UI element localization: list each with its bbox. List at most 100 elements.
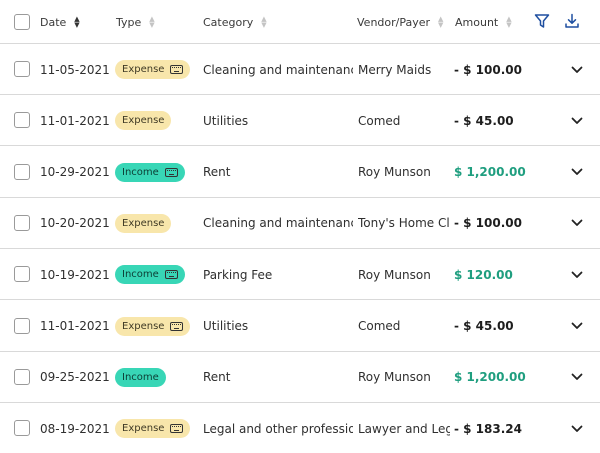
chevron-down-icon [571,117,583,124]
row-checkbox[interactable] [14,61,30,77]
type-cell: Expense [115,198,200,249]
type-cell: Income [115,249,200,300]
keyboard-icon [170,424,184,434]
type-badge-label: Expense [122,423,165,435]
transactions-table: Date ▲ ▼ Type ▲ ▼ Category ▲ ▼ Vendor/Payer… [0,0,600,453]
expand-row-button[interactable] [570,198,584,249]
column-header-amount[interactable]: Amount ▲ ▼ [455,0,512,44]
date-cell: 10-20-2021 [40,216,110,231]
keyboard-icon [164,270,178,280]
sort-icon[interactable]: ▲ ▼ [506,16,511,29]
type-badge-label: Expense [122,64,165,75]
date-cell: 10-19-2021 [40,267,110,282]
date-cell: 08-19-2021 [40,421,110,436]
type-cell: Expense [115,403,200,453]
table-row[interactable]: 08-19-2021 Expense Legal and other profe… [0,403,600,453]
date-cell: 09-25-2021 [40,370,110,385]
keyboard-icon [170,321,184,331]
column-header-category[interactable]: Category ▲ ▼ [203,0,267,44]
vendor-cell: Lawyer and Leg... [358,421,450,436]
expand-row-button[interactable] [570,249,584,300]
category-cell: Utilities [203,319,249,333]
row-checkbox[interactable] [14,368,30,385]
type-badge: Income [115,265,185,285]
table-row[interactable]: 10-29-2021 Income Rent Roy Munson $ 1,20… [0,147,600,198]
amount-cell: $ 1,200.00 [454,165,526,180]
chevron-down-icon [571,425,583,432]
table-row[interactable]: 11-05-2021 Expense Cleaning and maintena… [0,44,600,95]
chevron-down-icon [571,168,583,175]
chevron-down-icon [571,271,583,278]
category-cell: Cleaning and maintenance [203,216,353,231]
row-checkbox[interactable] [14,266,30,283]
table-header: Date ▲ ▼ Type ▲ ▼ Category ▲ ▼ Vendor/Payer… [0,0,600,44]
table-row[interactable]: 11-01-2021 Expense Utilities Comed - $ 4… [0,301,600,352]
amount-cell: $ 1,200.00 [454,370,526,385]
expand-row-button[interactable] [570,44,584,95]
category-cell: Utilities [203,113,249,128]
row-checkbox[interactable] [14,163,30,180]
vendor-cell: Roy Munson [358,370,431,385]
sort-icon[interactable]: ▲ ▼ [149,16,154,29]
sort-icon[interactable]: ▲ ▼ [74,16,79,29]
type-badge: Expense [115,213,172,233]
type-badge: Expense [115,111,172,131]
type-badge-label: Expense [122,217,165,229]
type-badge: Expense [115,60,191,79]
type-badge-label: Income [122,166,159,178]
date-cell: 11-01-2021 [40,113,110,128]
amount-cell: - $ 100.00 [454,216,522,231]
vendor-cell: Roy Munson [358,267,431,282]
date-cell: 11-01-2021 [40,319,110,333]
expand-row-button[interactable] [570,352,584,403]
type-badge: Income [115,162,185,182]
category-cell: Rent [203,165,231,180]
vendor-cell: Roy Munson [358,165,431,180]
type-badge: Expense [115,419,191,439]
amount-cell: - $ 45.00 [454,113,514,128]
expand-row-button[interactable] [570,95,584,146]
category-cell: Legal and other profession... [203,421,353,436]
vendor-cell: Comed [358,113,401,128]
type-badge-label: Income [122,269,159,281]
vendor-cell: Merry Maids [358,62,432,77]
vendor-cell: Comed [358,319,401,333]
keyboard-icon [170,65,184,74]
expand-row-button[interactable] [570,147,584,198]
row-checkbox[interactable] [14,317,30,334]
chevron-down-icon [571,66,583,73]
table-row[interactable]: 11-01-2021 Expense Utilities Comed - $ 4… [0,95,600,147]
date-cell: 11-05-2021 [40,62,110,77]
row-checkbox[interactable] [14,112,30,129]
select-all-checkbox[interactable] [14,14,30,30]
expand-row-button[interactable] [570,403,584,453]
expand-row-button[interactable] [570,301,584,352]
download-icon[interactable] [564,13,580,29]
amount-cell: - $ 100.00 [454,62,522,77]
table-row[interactable]: 10-20-2021 Expense Cleaning and maintena… [0,198,600,249]
amount-cell: $ 120.00 [454,267,513,282]
table-row[interactable]: 10-19-2021 Income Parking Fee Roy Munson… [0,249,600,301]
type-badge-label: Income [122,371,159,383]
type-badge-label: Expense [122,320,165,332]
amount-cell: - $ 45.00 [454,319,514,333]
row-checkbox[interactable] [14,420,30,437]
type-badge-label: Expense [122,115,165,127]
category-cell: Rent [203,370,231,385]
sort-icon[interactable]: ▲ ▼ [438,16,443,29]
type-badge: Expense [115,316,191,336]
filter-icon[interactable] [534,13,550,29]
table-row[interactable]: 09-25-2021 Income Rent Roy Munson $ 1,20… [0,352,600,403]
sort-icon[interactable]: ▲ ▼ [261,16,266,29]
chevron-down-icon [571,373,583,381]
column-header-vendor[interactable]: Vendor/Payer ▲ ▼ [357,0,443,44]
column-header-type[interactable]: Type ▲ ▼ [116,0,155,44]
amount-cell: - $ 183.24 [454,421,522,436]
column-header-date[interactable]: Date ▲ ▼ [40,0,80,44]
type-cell: Income [115,352,200,403]
type-cell: Expense [115,301,200,352]
row-checkbox[interactable] [14,214,30,231]
chevron-down-icon [571,219,583,227]
category-cell: Parking Fee [203,267,273,282]
type-cell: Expense [115,95,200,146]
